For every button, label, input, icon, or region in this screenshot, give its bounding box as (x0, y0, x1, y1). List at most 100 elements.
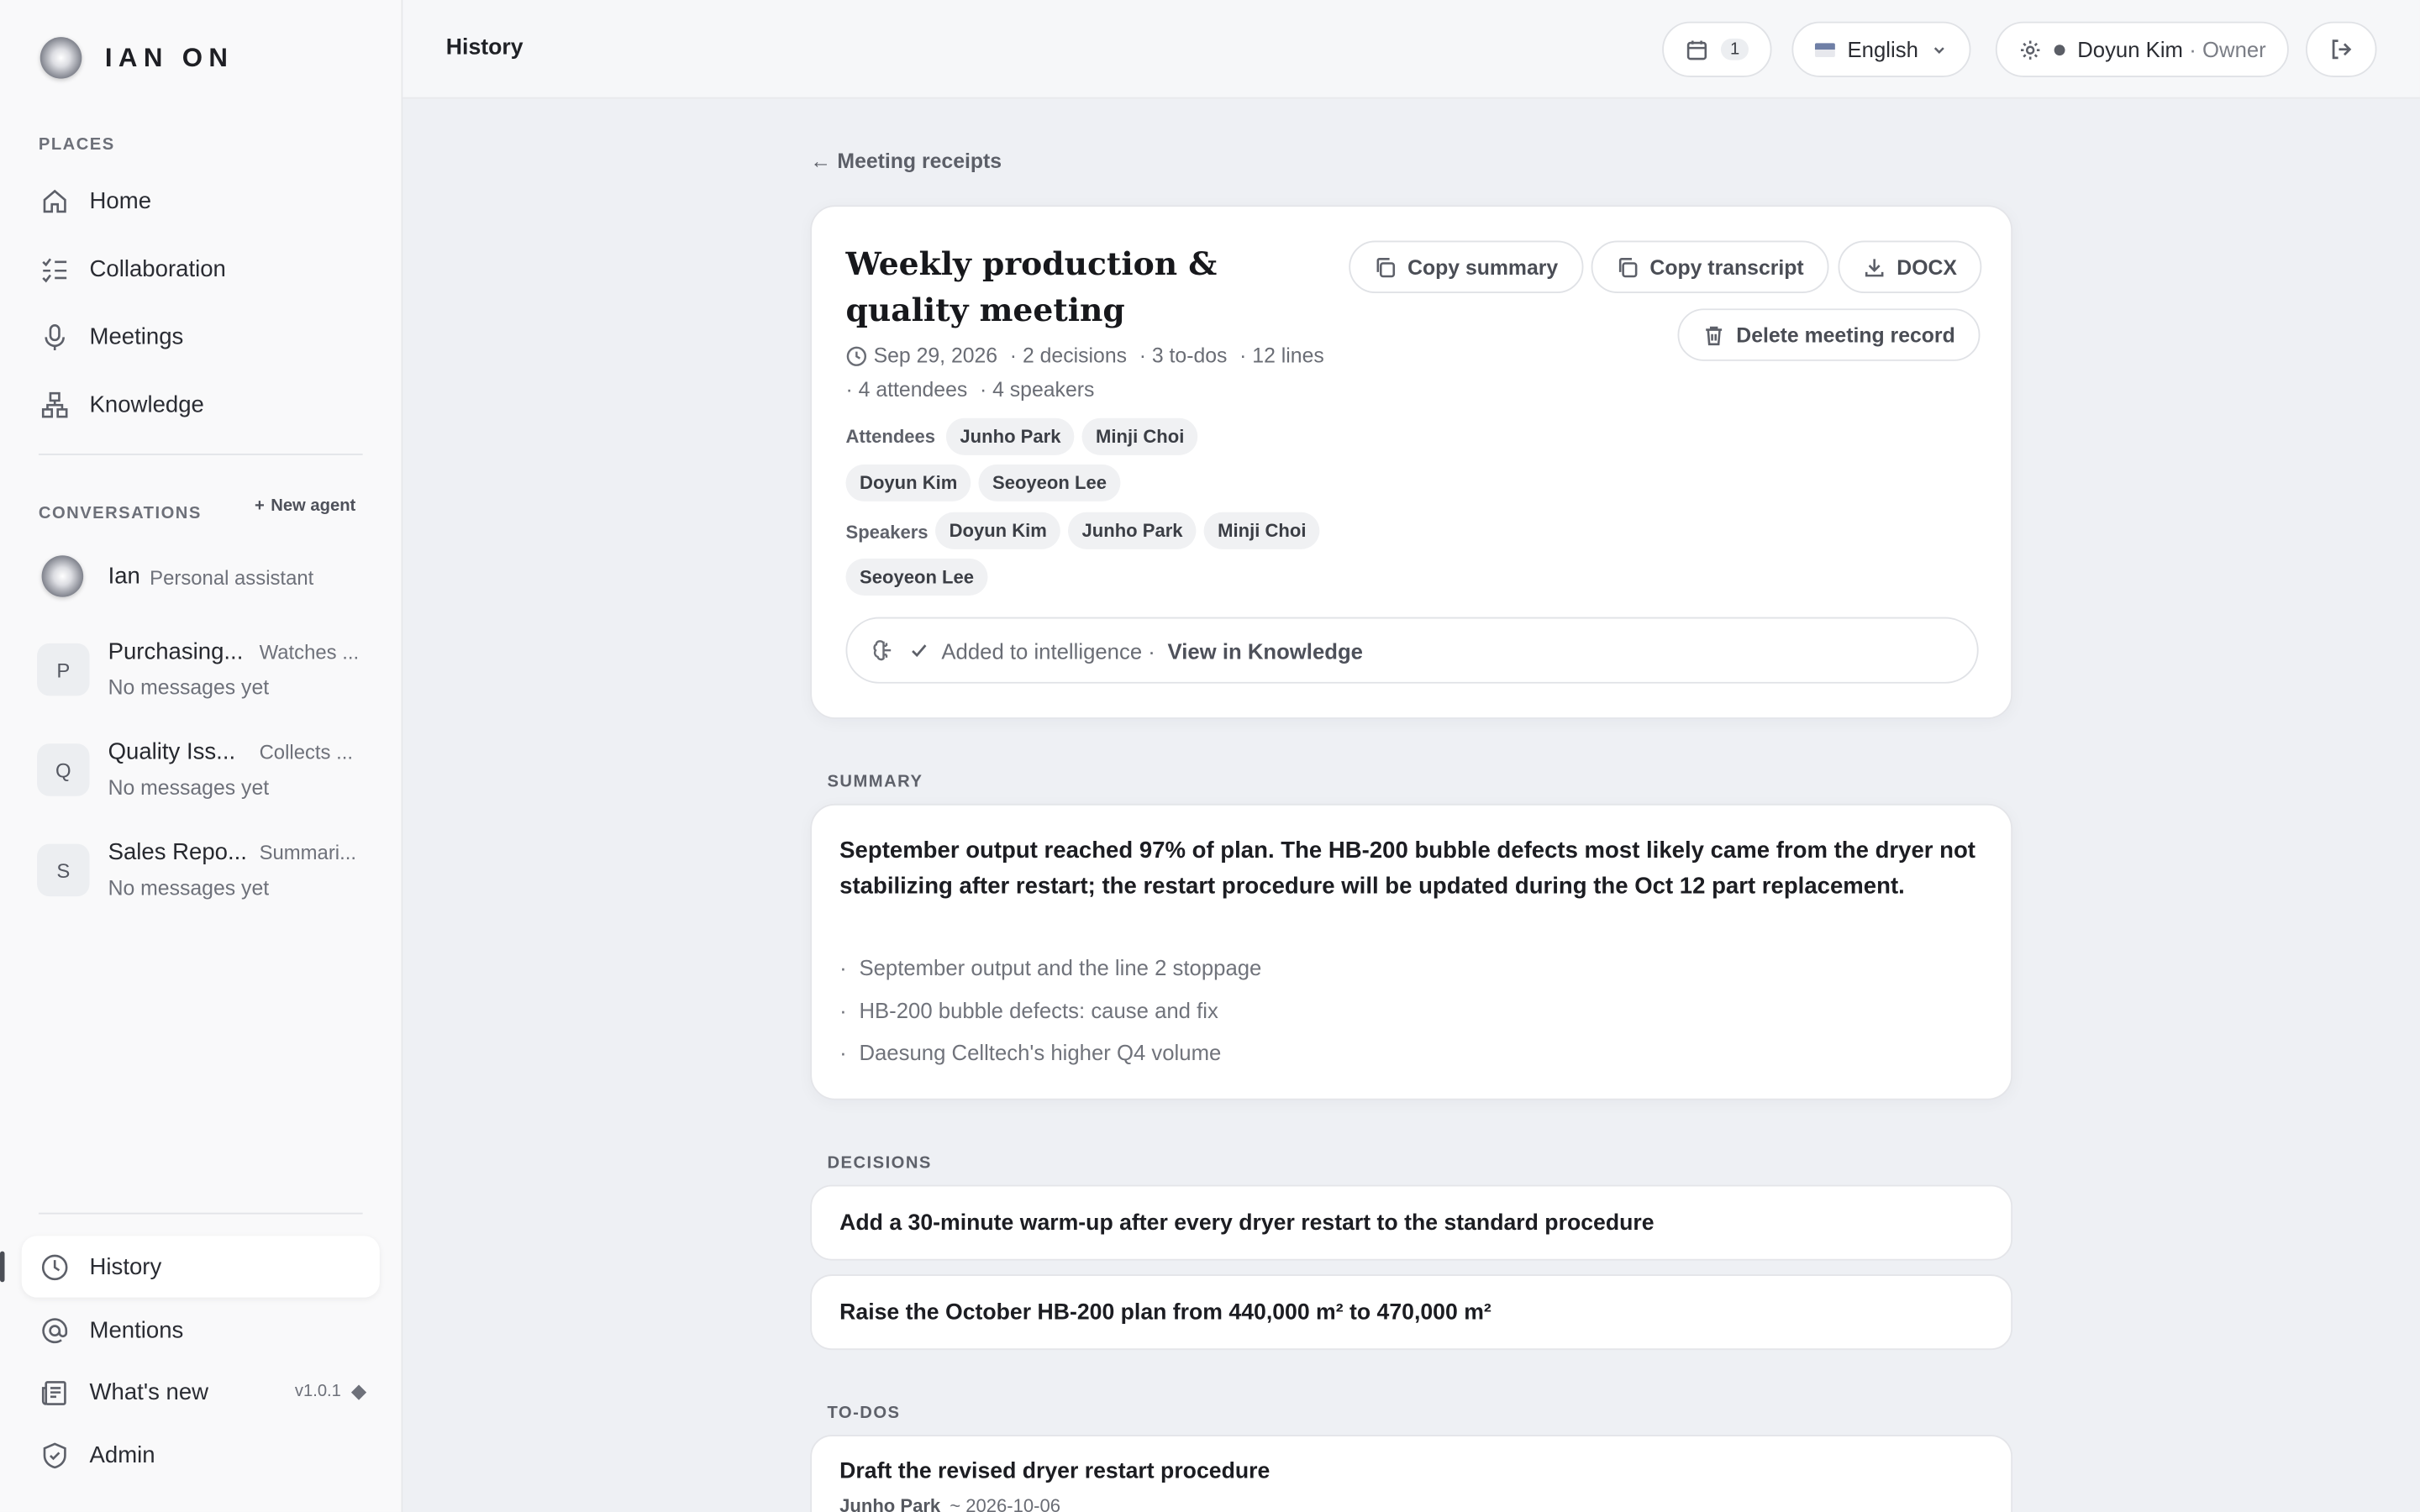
user-menu-button[interactable]: Doyun Kim · Owner (1995, 21, 2290, 77)
copy-transcript-button[interactable]: Copy transcript (1591, 240, 1829, 293)
brand[interactable]: IAN ON (39, 37, 234, 79)
brand-name: IAN ON (104, 42, 234, 72)
summary-card: September output reached 97% of plan. Th… (810, 803, 2013, 1100)
conversation-title: Purchasing... (108, 638, 244, 665)
meeting-meta-row: Sep 29, 2026 · 2 decisions · 3 to-dos · … (846, 344, 1324, 368)
speaker-chip: Seoyeon Lee (845, 558, 988, 596)
docx-download-button[interactable]: DOCX (1838, 240, 1982, 293)
trash-icon (1706, 325, 1723, 345)
speaker-chip: Minji Choi (1203, 512, 1320, 549)
avatar: Q (37, 743, 90, 796)
button-label: DOCX (1897, 255, 1957, 279)
todo-owner: Junho Park (839, 1494, 941, 1512)
avatar: P (37, 643, 90, 696)
sidebar-item-label: Admin (89, 1441, 155, 1468)
todo-item[interactable]: Draft the revised dryer restart procedur… (810, 1435, 2013, 1512)
meeting-meta-row-2: · 4 attendees · 4 speakers (846, 378, 1095, 402)
new-agent-button[interactable]: + New agent (255, 496, 355, 515)
calendar-count-badge: 1 (1720, 38, 1749, 60)
decisions-section-label: DECISIONS (827, 1153, 932, 1173)
intelligence-status-text: Added to intelligence · (941, 638, 1155, 663)
download-icon (1865, 258, 1884, 276)
summary-section-label: SUMMARY (827, 773, 923, 792)
plus-icon: + (255, 496, 265, 516)
clock-icon (41, 1253, 68, 1280)
newspaper-icon (41, 1380, 66, 1404)
sidebar: IAN ON PLACES Home Collaboration Meeting… (0, 0, 403, 1512)
sidebar-item-label: History (89, 1253, 162, 1280)
conversation-item-purchasing[interactable]: P Purchasing... Watches ... No messages … (37, 638, 369, 709)
bullet-dot-icon: · (839, 1039, 847, 1065)
sidebar-item-history[interactable]: History (21, 1236, 380, 1298)
conversation-subtitle: Watches ... (259, 640, 360, 664)
calendar-button[interactable]: 1 (1662, 21, 1772, 77)
arrow-left-icon: ← (810, 150, 832, 173)
language-select[interactable]: English (1791, 21, 1971, 77)
app-root: IAN ON PLACES Home Collaboration Meeting… (0, 0, 2420, 1512)
shield-icon (43, 1441, 66, 1468)
at-icon (42, 1317, 68, 1343)
clock-icon (846, 345, 867, 366)
conversation-title: Ian (108, 563, 140, 590)
summary-bullet-text: Daesung Celltech's higher Q4 volume (859, 1039, 1222, 1065)
delete-meeting-button[interactable]: Delete meeting record (1677, 308, 1981, 361)
meeting-card: Weekly production & quality meeting Copy… (810, 205, 2013, 719)
conversation-item-sales[interactable]: S Sales Repo... Summari... No messages y… (37, 839, 369, 910)
conversations-section-label: CONVERSATIONS (38, 504, 202, 523)
logout-button[interactable] (2306, 21, 2377, 77)
intelligence-status-bar: Added to intelligence · View in Knowledg… (845, 617, 1979, 684)
sidebar-item-mentions[interactable]: Mentions (22, 1299, 380, 1361)
bullet-dot-icon: · (839, 954, 847, 980)
copy-summary-button[interactable]: Copy summary (1349, 240, 1583, 293)
speaker-chip: Junho Park (1067, 512, 1197, 549)
conversation-item-quality[interactable]: Q Quality Iss... Collects ... No message… (37, 739, 369, 810)
attendee-chip: Seoyeon Lee (978, 464, 1121, 501)
attendee-chip: Junho Park (945, 417, 1076, 455)
sidebar-item-admin[interactable]: Admin (22, 1424, 380, 1485)
sidebar-item-knowledge[interactable]: Knowledge (22, 373, 380, 434)
summary-bullet-text: HB-200 bubble defects: cause and fix (859, 998, 1218, 1023)
decision-item: Raise the October HB-200 plan from 440,0… (810, 1274, 2013, 1351)
conversation-message: No messages yet (108, 675, 270, 700)
summary-text: September output reached 97% of plan. Th… (839, 837, 1976, 900)
button-label: Copy transcript (1649, 255, 1804, 279)
todos-count: · 3 to-dos (1139, 344, 1228, 368)
conversation-subtitle: Collects ... (259, 740, 354, 764)
back-link[interactable]: ← Meeting receipts (810, 150, 1002, 173)
sidebar-item-label: Home (89, 187, 152, 214)
hierarchy-icon (41, 391, 68, 417)
sidebar-item-meetings[interactable]: Meetings (22, 306, 380, 367)
summary-bullet-text: September output and the line 2 stoppage (859, 954, 1262, 980)
meeting-date: Sep 29, 2026 (873, 344, 998, 368)
todo-due: ~ 2026-10-06 (950, 1494, 1060, 1512)
version-badge: v1.0.1 (294, 1382, 367, 1401)
sidebar-item-label: Meetings (89, 323, 184, 350)
summary-bullet: · HB-200 bubble defects: cause and fix (839, 998, 1218, 1022)
sidebar-item-collaboration[interactable]: Collaboration (22, 238, 380, 299)
meeting-title: Weekly production & quality meeting (845, 245, 1218, 329)
view-in-knowledge-link[interactable]: View in Knowledge (1168, 638, 1363, 662)
summary-bullet: · Daesung Celltech's higher Q4 volume (839, 1040, 1221, 1064)
new-agent-label: New agent (271, 496, 356, 516)
button-label: Delete meeting record (1736, 323, 1955, 347)
attendee-chip: Minji Choi (1081, 417, 1198, 455)
sidebar-item-label: Collaboration (89, 255, 226, 282)
version-text: v1.0.1 (294, 1382, 341, 1401)
diamond-icon (350, 1383, 367, 1399)
conversation-item-ian[interactable]: Ian Personal assistant (37, 555, 369, 601)
sidebar-item-home[interactable]: Home (22, 170, 380, 231)
avatar: S (37, 843, 90, 897)
checklist-icon (42, 257, 67, 282)
attendee-chip: Doyun Kim (845, 464, 971, 501)
conversation-title: Sales Repo... (108, 839, 247, 866)
conversation-message: No messages yet (108, 876, 270, 900)
topbar: History 1 English Doyun Kim · Owner (402, 0, 2420, 99)
button-label: Copy summary (1407, 255, 1559, 279)
logout-icon (2332, 39, 2352, 60)
attendees-count: · 4 attendees (845, 377, 968, 402)
main-content: ← Meeting receipts Weekly production & q… (402, 99, 2420, 1512)
sidebar-divider (38, 1212, 363, 1215)
decisions-count: · 2 decisions (1009, 344, 1128, 368)
todos-section-label: TO-DOS (827, 1404, 901, 1423)
copy-icon (1376, 257, 1396, 277)
